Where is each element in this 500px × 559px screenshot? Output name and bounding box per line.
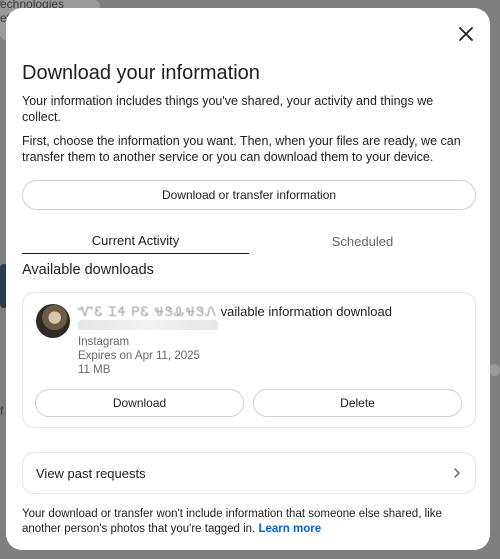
dialog-title: Download your information [22, 62, 260, 84]
background-text: f [0, 404, 4, 418]
view-past-requests-label: View past requests [36, 465, 146, 481]
tab-current-activity[interactable]: Current Activity [22, 228, 249, 254]
delete-button[interactable]: Delete [253, 389, 462, 417]
download-source: Instagram [78, 336, 130, 348]
download-item-title-suffix: vailable information download [220, 304, 392, 319]
tab-scheduled[interactable]: Scheduled [249, 228, 476, 254]
download-size: 11 MB [78, 364, 111, 376]
footer-text: Your download or transfer won't include … [22, 508, 442, 535]
chevron-right-icon [452, 467, 462, 479]
footer-note: Your download or transfer won't include … [22, 507, 474, 537]
obscured-name: ᏉᏋ ᏆᏎ ᏢᏋ ᏠᏕᎲᏠᏕᏁ [78, 304, 218, 319]
close-icon[interactable] [458, 26, 474, 47]
learn-more-link[interactable]: Learn more [258, 523, 321, 535]
download-or-transfer-button[interactable]: Download or transfer information [22, 180, 476, 210]
download-item-title: ᏉᏋ ᏆᏎ ᏢᏋ ᏠᏕᎲᏠᏕᏁ vailable information dow… [78, 304, 392, 320]
download-expiry: Expires on Apr 11, 2025 [78, 350, 200, 362]
close-button[interactable] [452, 22, 480, 50]
download-information-dialog: Download your information Your informati… [6, 8, 490, 550]
obscured-text [78, 320, 218, 330]
avatar [36, 304, 70, 338]
download-button[interactable]: Download [35, 389, 244, 417]
download-item-card: ᏉᏋ ᏆᏎ ᏢᏋ ᏠᏕᎲᏠᏕᏁ vailable information dow… [22, 292, 476, 428]
instructions-text: First, choose the information you want. … [22, 134, 461, 164]
view-past-requests-row[interactable]: View past requests [22, 452, 476, 494]
tab-bar: Current Activity Scheduled [22, 228, 476, 254]
available-downloads-heading: Available downloads [22, 262, 154, 278]
intro-text: Your information includes things you've … [22, 94, 434, 124]
